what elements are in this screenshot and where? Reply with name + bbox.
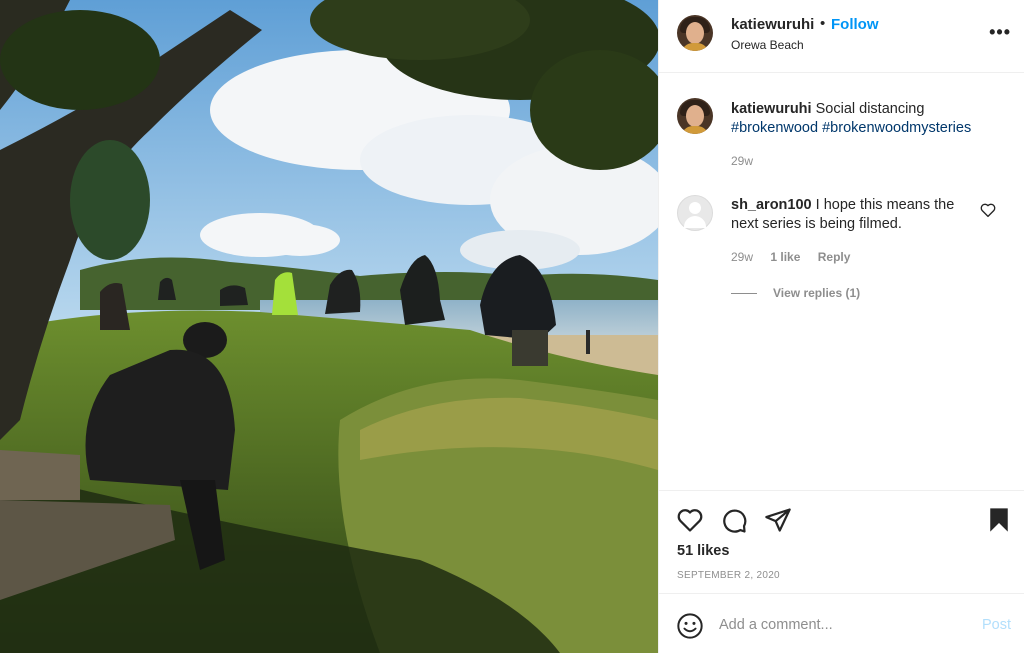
comment-icon[interactable]: [720, 506, 748, 534]
header-separator: •: [820, 15, 826, 32]
caption-username[interactable]: katiewuruhi: [731, 101, 812, 117]
comment-likes[interactable]: 1 like: [770, 250, 800, 264]
hashtag-link[interactable]: #brokenwood: [731, 120, 818, 136]
commenter-username[interactable]: sh_aron100: [731, 197, 812, 213]
post-date: SEPTEMBER 2, 2020: [677, 570, 780, 581]
comment-text-block: sh_aron100 I hope this means the next se…: [731, 196, 976, 234]
caption-timestamp[interactable]: 29w: [731, 154, 753, 168]
caption-text-block: katiewuruhi Social distancing #brokenwoo…: [731, 100, 1011, 138]
beach-photo-image: [0, 0, 658, 653]
comment-timestamp[interactable]: 29w: [731, 250, 753, 264]
add-comment-input[interactable]: [719, 610, 969, 640]
post-photo[interactable]: [0, 0, 658, 653]
post-header: katiewuruhi • Follow Orewa Beach •••: [659, 0, 1024, 73]
commenter-avatar[interactable]: [677, 195, 713, 231]
author-avatar[interactable]: [677, 15, 713, 51]
add-comment-bar: Post: [659, 593, 1024, 653]
view-replies-button[interactable]: View replies (1): [731, 286, 860, 300]
post-sidebar: katiewuruhi • Follow Orewa Beach ••• kat…: [658, 0, 1024, 653]
view-replies-label[interactable]: View replies (1): [773, 286, 860, 300]
bookmark-icon[interactable]: [985, 506, 1013, 534]
more-options-icon[interactable]: •••: [989, 22, 1011, 43]
likes-count[interactable]: 51 likes: [677, 543, 729, 559]
emoji-icon[interactable]: [676, 612, 704, 640]
author-username[interactable]: katiewuruhi: [731, 16, 814, 33]
reply-button[interactable]: Reply: [818, 250, 851, 264]
post-location[interactable]: Orewa Beach: [731, 38, 804, 52]
share-icon[interactable]: [764, 506, 792, 534]
hashtag-link[interactable]: #brokenwoodmysteries: [822, 120, 971, 136]
heart-icon[interactable]: [676, 506, 704, 534]
caption-avatar[interactable]: [677, 98, 713, 134]
replies-divider: [731, 293, 757, 295]
comment-meta: 29w 1 like Reply: [731, 250, 864, 264]
post-comment-button[interactable]: Post: [982, 617, 1011, 633]
caption-text: Social distancing: [815, 101, 925, 117]
follow-button[interactable]: Follow: [831, 16, 879, 33]
like-comment-heart-icon[interactable]: [979, 201, 997, 219]
instagram-post: katiewuruhi • Follow Orewa Beach ••• kat…: [0, 0, 1024, 653]
post-actions: 51 likes SEPTEMBER 2, 2020: [659, 490, 1024, 593]
